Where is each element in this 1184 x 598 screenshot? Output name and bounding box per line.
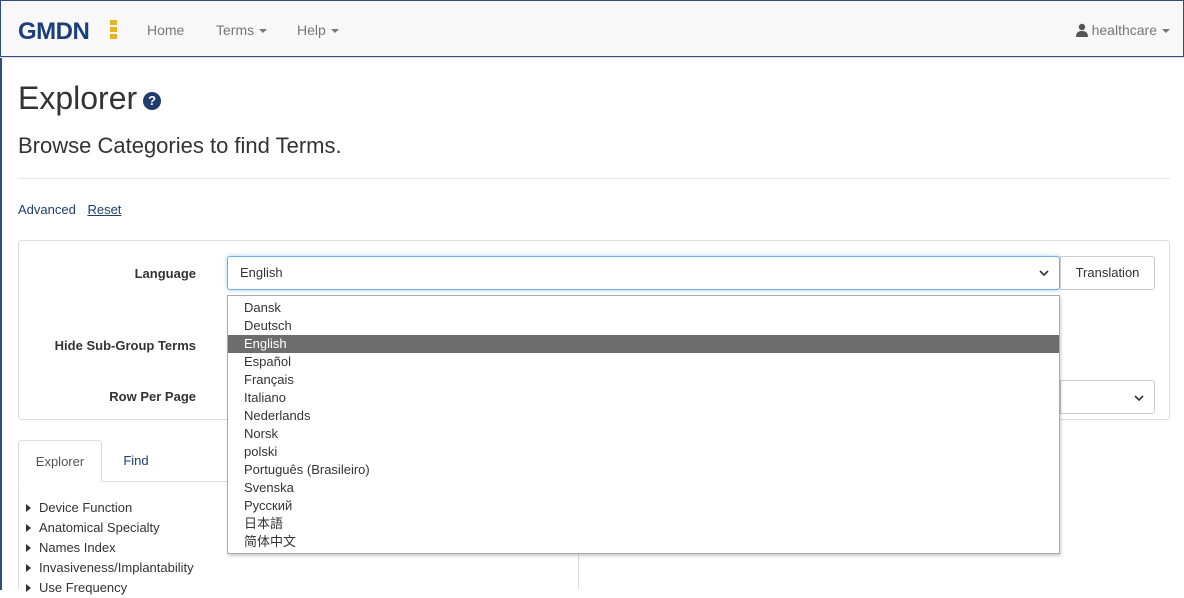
nav-home-link[interactable]: Home — [147, 22, 184, 38]
tree-node[interactable]: Invasiveness/Implantability — [24, 558, 194, 578]
tab-find[interactable]: Find — [102, 440, 170, 482]
language-option[interactable]: Deutsch — [228, 317, 1059, 335]
language-dropdown-list: Dansk Deutsch English Español Français Italia… — [227, 295, 1060, 554]
language-label: Language — [134, 266, 196, 281]
nav-terms-label: Terms — [216, 22, 255, 38]
nav-terms-dropdown[interactable]: Terms — [216, 22, 268, 38]
user-name: healthcare — [1091, 22, 1157, 38]
tree-node[interactable]: Anatomical Specialty — [24, 518, 194, 538]
language-option[interactable]: 日本語 — [228, 515, 1059, 533]
language-option[interactable]: English — [228, 335, 1059, 353]
filter-links: Advanced Reset — [18, 202, 121, 217]
logo-mark-icon — [110, 20, 117, 40]
hide-subgroup-label: Hide Sub-Group Terms — [54, 338, 196, 353]
user-menu[interactable]: healthcare — [1075, 22, 1170, 38]
tree-node-label: Device Function — [39, 500, 133, 515]
reset-link[interactable]: Reset — [87, 202, 121, 217]
language-option[interactable]: Português (Brasileiro) — [228, 461, 1059, 479]
caret-right-icon — [26, 504, 31, 512]
caret-right-icon — [26, 564, 31, 572]
language-option[interactable]: Español — [228, 353, 1059, 371]
tree-node-label: Use Frequency — [39, 580, 128, 595]
caret-down-icon — [330, 29, 339, 34]
caret-right-icon — [26, 584, 31, 592]
tree-node[interactable]: Names Index — [24, 538, 194, 558]
page-subtitle: Browse Categories to find Terms. — [18, 133, 342, 158]
page-title: Explorer? — [18, 80, 162, 117]
nav-help-dropdown[interactable]: Help — [297, 22, 339, 38]
gmdn-logo[interactable]: GMDN — [18, 18, 90, 46]
user-icon — [1075, 23, 1088, 37]
nav-help-label: Help — [297, 22, 326, 38]
chevron-down-icon — [1134, 395, 1144, 402]
language-option[interactable]: Italiano — [228, 389, 1059, 407]
tree-node[interactable]: Device Function — [24, 498, 194, 518]
caret-right-icon — [26, 544, 31, 552]
language-select[interactable]: English — [227, 256, 1060, 290]
language-option[interactable]: Norsk — [228, 425, 1059, 443]
language-option[interactable]: Français — [228, 371, 1059, 389]
chevron-down-icon — [1039, 270, 1049, 277]
rows-per-page-select[interactable] — [1060, 380, 1155, 414]
language-option[interactable]: Dansk — [228, 299, 1059, 317]
caret-right-icon — [26, 524, 31, 532]
caret-down-icon — [1162, 29, 1170, 34]
tab-explorer[interactable]: Explorer — [18, 440, 102, 482]
tree-node-label: Invasiveness/Implantability — [39, 560, 194, 575]
tree-node-label: Names Index — [39, 540, 116, 555]
tree-node-label: Anatomical Specialty — [39, 520, 160, 535]
rows-per-page-label: Row Per Page — [109, 389, 196, 404]
category-tree: Device Function Anatomical Specialty Names… — [24, 498, 194, 598]
tree-node[interactable]: Use Frequency — [24, 578, 194, 598]
top-navbar: GMDN Home Terms Help healthcare — [0, 0, 1184, 58]
language-select-value: English — [240, 265, 283, 280]
divider — [18, 178, 1170, 179]
language-option[interactable]: Русский — [228, 497, 1059, 515]
language-option[interactable]: polski — [228, 443, 1059, 461]
language-option[interactable]: Nederlands — [228, 407, 1059, 425]
language-option[interactable]: 简体中文 — [228, 533, 1059, 551]
caret-down-icon — [259, 29, 268, 34]
question-circle-icon[interactable]: ? — [143, 92, 162, 110]
translation-button[interactable]: Translation — [1060, 256, 1155, 290]
advanced-link[interactable]: Advanced — [18, 202, 76, 217]
page-left-border — [0, 58, 2, 590]
language-option[interactable]: Svenska — [228, 479, 1059, 497]
